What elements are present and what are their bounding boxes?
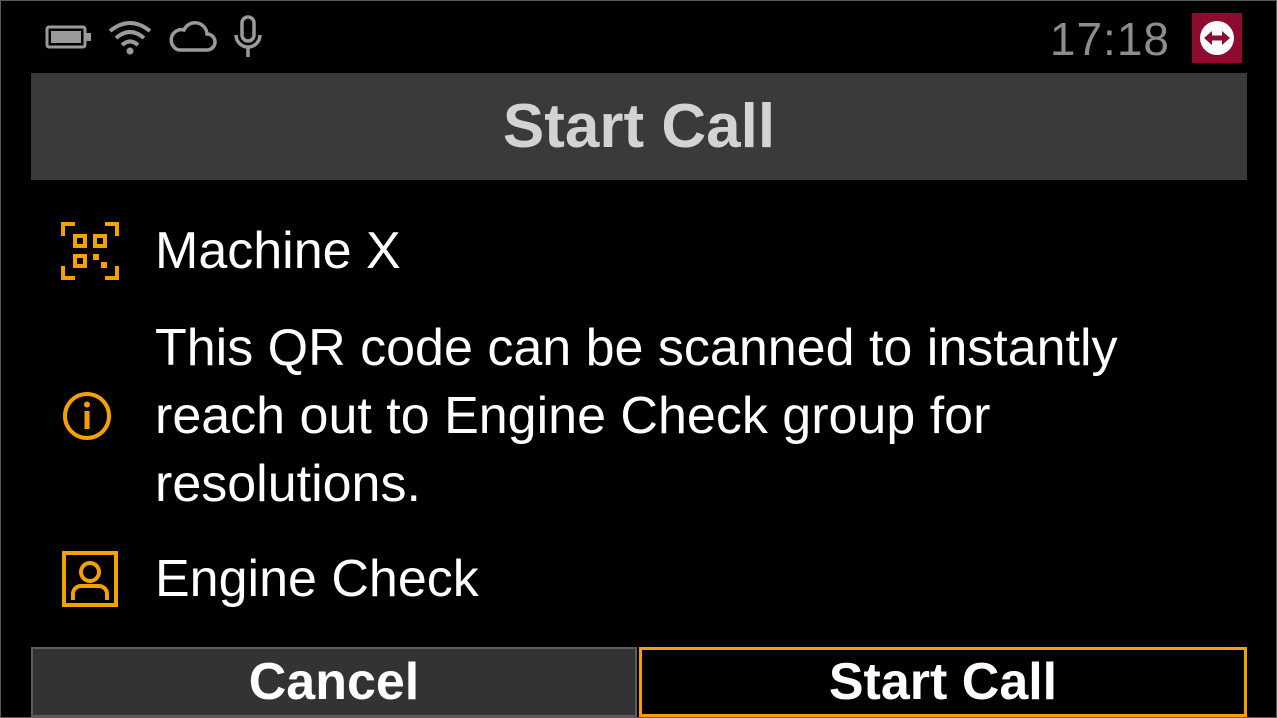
teamviewer-logo-icon — [1192, 13, 1242, 63]
app-window: 17:18 Start Call Machine X This QR code … — [0, 0, 1277, 718]
start-call-button[interactable]: Start Call — [639, 647, 1247, 717]
qr-code-icon — [61, 222, 123, 280]
battery-icon — [45, 24, 93, 50]
info-description: This QR code can be scanned to instantly… — [155, 319, 1118, 513]
contact-icon — [61, 550, 123, 608]
contact-name: Engine Check — [155, 550, 479, 608]
title-bar: Start Call — [31, 73, 1247, 180]
contact-row: Engine Check — [61, 543, 479, 615]
machine-row: Machine X — [61, 215, 401, 287]
cancel-button[interactable]: Cancel — [31, 647, 637, 717]
microphone-icon — [231, 15, 265, 59]
info-icon — [61, 390, 123, 442]
page-title: Start Call — [502, 92, 776, 161]
status-clock: 17:18 — [1049, 13, 1170, 65]
cloud-icon — [167, 20, 217, 54]
info-row: This QR code can be scanned to instantly… — [61, 313, 1235, 519]
wifi-icon — [107, 17, 153, 57]
status-bar: 17:18 — [1, 1, 1276, 73]
machine-name: Machine X — [155, 222, 401, 280]
status-icons — [45, 13, 265, 61]
